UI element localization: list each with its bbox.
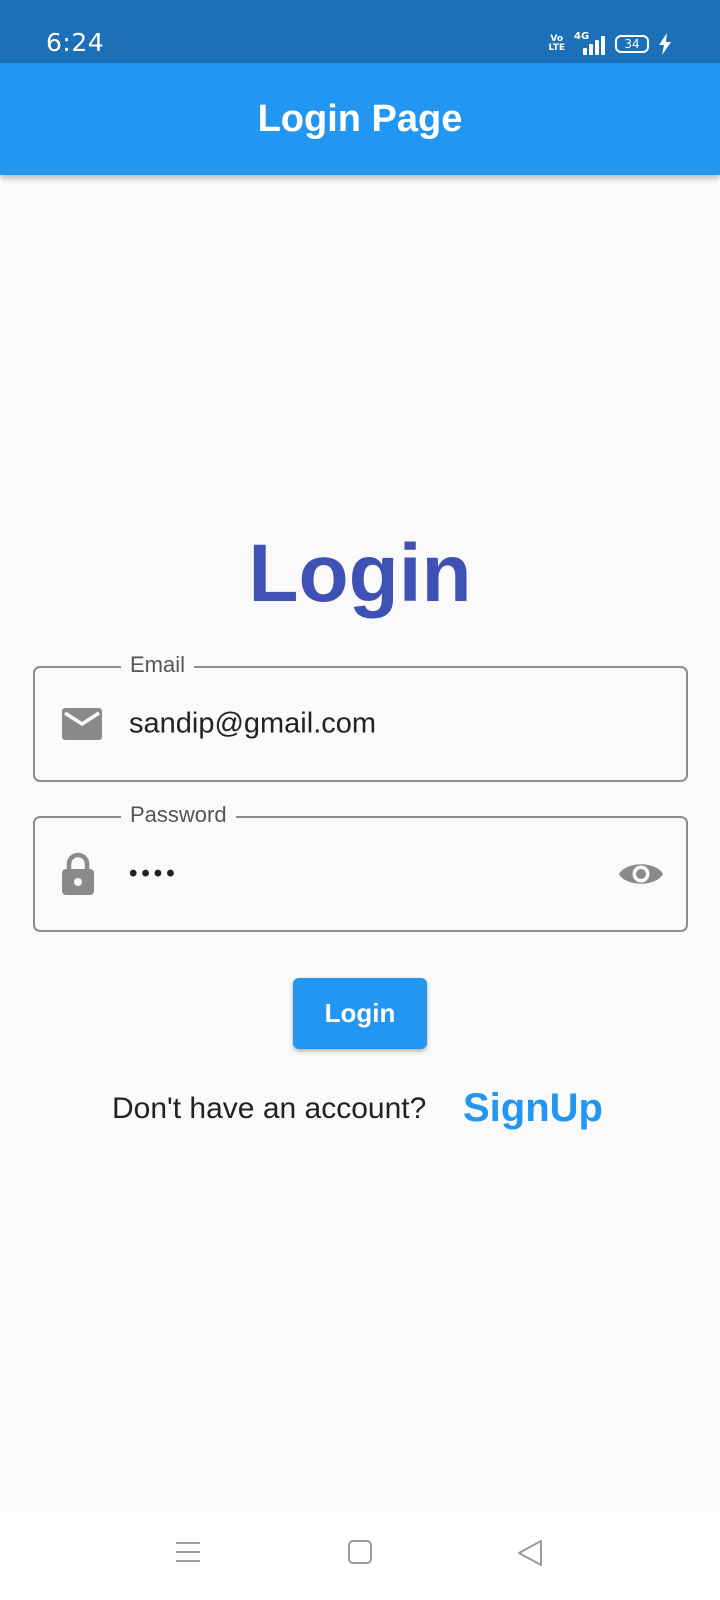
- login-button[interactable]: Login: [293, 978, 427, 1049]
- volte-icon: Vo LTE: [548, 34, 565, 53]
- mail-icon: [61, 707, 103, 741]
- home-icon[interactable]: [348, 1539, 372, 1565]
- network-type: 4G: [574, 31, 590, 42]
- status-time: 6:24: [46, 28, 105, 57]
- back-icon[interactable]: [516, 1539, 544, 1567]
- charging-icon: [659, 33, 671, 55]
- status-icons: Vo LTE 4G 34: [548, 31, 672, 57]
- signal-icon: 4G: [574, 31, 606, 55]
- email-field[interactable]: Email sandip@gmail.com: [33, 652, 688, 782]
- password-field-label: Password: [121, 802, 236, 828]
- battery-icon: 34: [615, 35, 649, 53]
- app-bar: Login Page: [0, 63, 720, 175]
- signup-prompt: Don't have an account?: [112, 1092, 427, 1125]
- battery-level: 34: [624, 37, 640, 51]
- email-field-label: Email: [121, 652, 195, 678]
- app-bar-title: Login Page: [257, 97, 463, 140]
- lock-icon: [61, 852, 95, 896]
- password-field[interactable]: Password ••••: [33, 802, 688, 932]
- email-input-value[interactable]: sandip@gmail.com: [129, 708, 376, 741]
- signup-link[interactable]: SignUp: [463, 1086, 603, 1131]
- page-heading: Login: [248, 528, 472, 619]
- system-nav-bar: [0, 1511, 720, 1600]
- eye-icon[interactable]: [618, 858, 664, 890]
- signup-row: Don't have an account? SignUp: [0, 1086, 720, 1136]
- status-bar: 6:24 Vo LTE 4G 34: [0, 0, 720, 63]
- password-input-value[interactable]: ••••: [129, 860, 179, 888]
- menu-icon[interactable]: [175, 1539, 201, 1565]
